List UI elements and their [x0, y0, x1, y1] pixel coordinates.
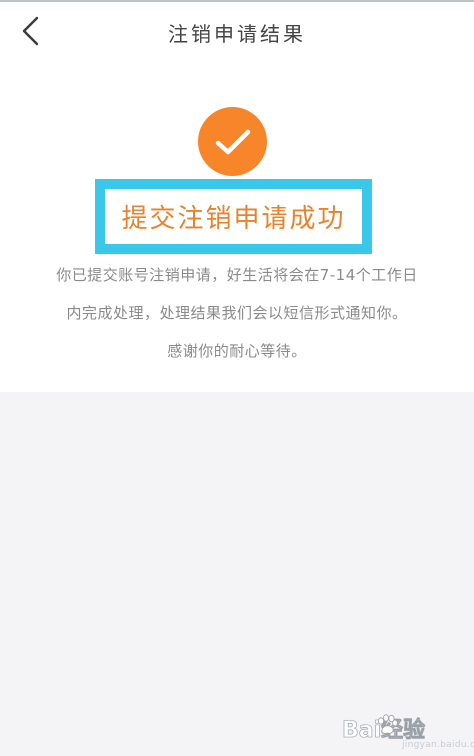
checkmark-icon: [215, 129, 250, 154]
watermark-url: jingyan.baidu.com: [402, 740, 474, 750]
description-line: 感谢你的耐心等待。: [167, 342, 307, 360]
result-description: 你已提交账号注销申请，好生活将会在7-14个工作日 内完成处理，处理结果我们会以…: [12, 256, 462, 370]
description-line: 你已提交账号注销申请，好生活将会在7-14个工作日: [56, 266, 418, 284]
checkmark-circle-icon: [198, 107, 267, 176]
description-line: 内完成处理，处理结果我们会以短信形式通知你。: [66, 304, 408, 322]
paw-icon: [378, 714, 398, 734]
baidu-jingyan-watermark: Bai经验 jingyan.baidu.com: [342, 712, 474, 752]
page-title: 注销申请结果: [168, 22, 306, 46]
success-title: 提交注销申请成功: [121, 204, 346, 234]
highlight-annotation-box: 提交注销申请成功: [95, 179, 372, 254]
